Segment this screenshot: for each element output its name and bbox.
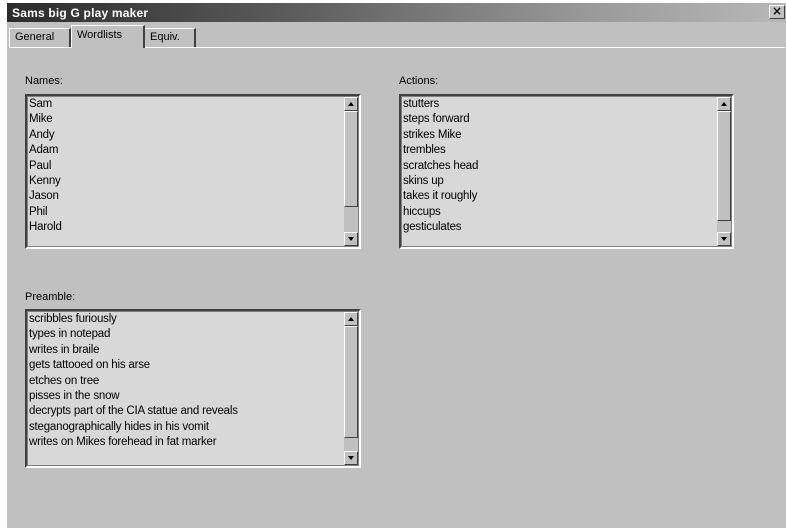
list-item[interactable]: Kenny bbox=[29, 174, 342, 189]
list-item[interactable]: trembles bbox=[403, 143, 715, 158]
list-item[interactable]: Andy bbox=[29, 128, 342, 143]
list-item[interactable]: stutters bbox=[403, 97, 715, 112]
scroll-up-button[interactable] bbox=[717, 97, 731, 111]
list-item[interactable]: steps forward bbox=[403, 112, 715, 127]
scroll-up-button[interactable] bbox=[344, 97, 358, 111]
close-icon: × bbox=[771, 4, 783, 18]
names-label: Names: bbox=[25, 75, 63, 87]
arrow-up-icon bbox=[721, 102, 727, 106]
list-item[interactable]: Jason bbox=[29, 189, 342, 204]
scroll-down-button[interactable] bbox=[344, 232, 358, 246]
list-item[interactable]: Phil bbox=[29, 205, 342, 220]
list-item[interactable]: gets tattooed on his arse bbox=[29, 358, 342, 373]
tab-equiv[interactable]: Equiv. bbox=[144, 28, 196, 47]
app-window: Sams big G play maker × General Wordlist… bbox=[6, 2, 786, 528]
scroll-down-button[interactable] bbox=[717, 232, 731, 246]
list-item[interactable]: writes on Mikes forehead in fat marker bbox=[29, 435, 342, 450]
list-item[interactable]: decrypts part of the CIA statue and reve… bbox=[29, 404, 342, 419]
actions-label: Actions: bbox=[399, 75, 439, 87]
list-item[interactable]: Paul bbox=[29, 159, 342, 174]
scroll-down-button[interactable] bbox=[344, 451, 358, 465]
scroll-thumb[interactable] bbox=[717, 111, 731, 221]
scroll-thumb[interactable] bbox=[344, 326, 358, 438]
list-item[interactable]: scratches head bbox=[403, 159, 715, 174]
actions-list: stutters steps forward strikes Mike tremble… bbox=[403, 97, 715, 247]
arrow-up-icon bbox=[348, 317, 354, 321]
close-button[interactable]: × bbox=[769, 5, 785, 19]
list-item[interactable]: etches on tree bbox=[29, 374, 342, 389]
list-item[interactable]: skins up bbox=[403, 174, 715, 189]
list-item[interactable]: strikes Mike bbox=[403, 128, 715, 143]
preamble-label: Preamble: bbox=[25, 291, 76, 303]
title-bar[interactable]: Sams big G play maker × bbox=[7, 3, 786, 22]
names-scrollbar[interactable] bbox=[344, 97, 358, 246]
list-item[interactable]: Adam bbox=[29, 143, 342, 158]
list-item[interactable]: steganographically hides in his vomit bbox=[29, 420, 342, 435]
list-item[interactable]: gesticulates bbox=[403, 220, 715, 235]
list-item[interactable]: pisses in the snow bbox=[29, 389, 342, 404]
arrow-down-icon bbox=[348, 237, 354, 241]
arrow-down-icon bbox=[348, 456, 354, 460]
tab-general[interactable]: General bbox=[9, 28, 71, 47]
tab-wordlists[interactable]: Wordlists bbox=[71, 25, 145, 48]
window-title: Sams big G play maker bbox=[12, 6, 149, 20]
scroll-up-button[interactable] bbox=[344, 312, 358, 326]
arrow-up-icon bbox=[348, 102, 354, 106]
list-item[interactable]: Sam bbox=[29, 97, 342, 112]
preamble-list: scribbles furiously types in notepad write… bbox=[29, 312, 342, 466]
arrow-down-icon bbox=[721, 237, 727, 241]
names-list: Sam Mike Andy Adam Paul Kenny Jason Phil Harold bbox=[29, 97, 342, 247]
list-item[interactable]: writes in braile bbox=[29, 343, 342, 358]
preamble-scrollbar[interactable] bbox=[344, 312, 358, 465]
list-item[interactable]: hiccups bbox=[403, 205, 715, 220]
names-listbox[interactable]: Sam Mike Andy Adam Paul Kenny Jason Phil Harold bbox=[25, 94, 361, 249]
actions-listbox[interactable]: stutters steps forward strikes Mike tremble… bbox=[399, 94, 734, 249]
scroll-thumb[interactable] bbox=[344, 111, 358, 207]
list-item[interactable]: Harold bbox=[29, 220, 342, 235]
list-item[interactable]: types in notepad bbox=[29, 327, 342, 342]
preamble-listbox[interactable]: scribbles furiously types in notepad write… bbox=[25, 309, 361, 468]
wordlists-panel: Names: Sam Mike Andy Adam Paul Kenny Jason Phil… bbox=[9, 47, 785, 527]
list-item[interactable]: Mike bbox=[29, 112, 342, 127]
list-item[interactable]: scribbles furiously bbox=[29, 312, 342, 327]
list-item[interactable]: takes it roughly bbox=[403, 189, 715, 204]
actions-scrollbar[interactable] bbox=[717, 97, 731, 246]
